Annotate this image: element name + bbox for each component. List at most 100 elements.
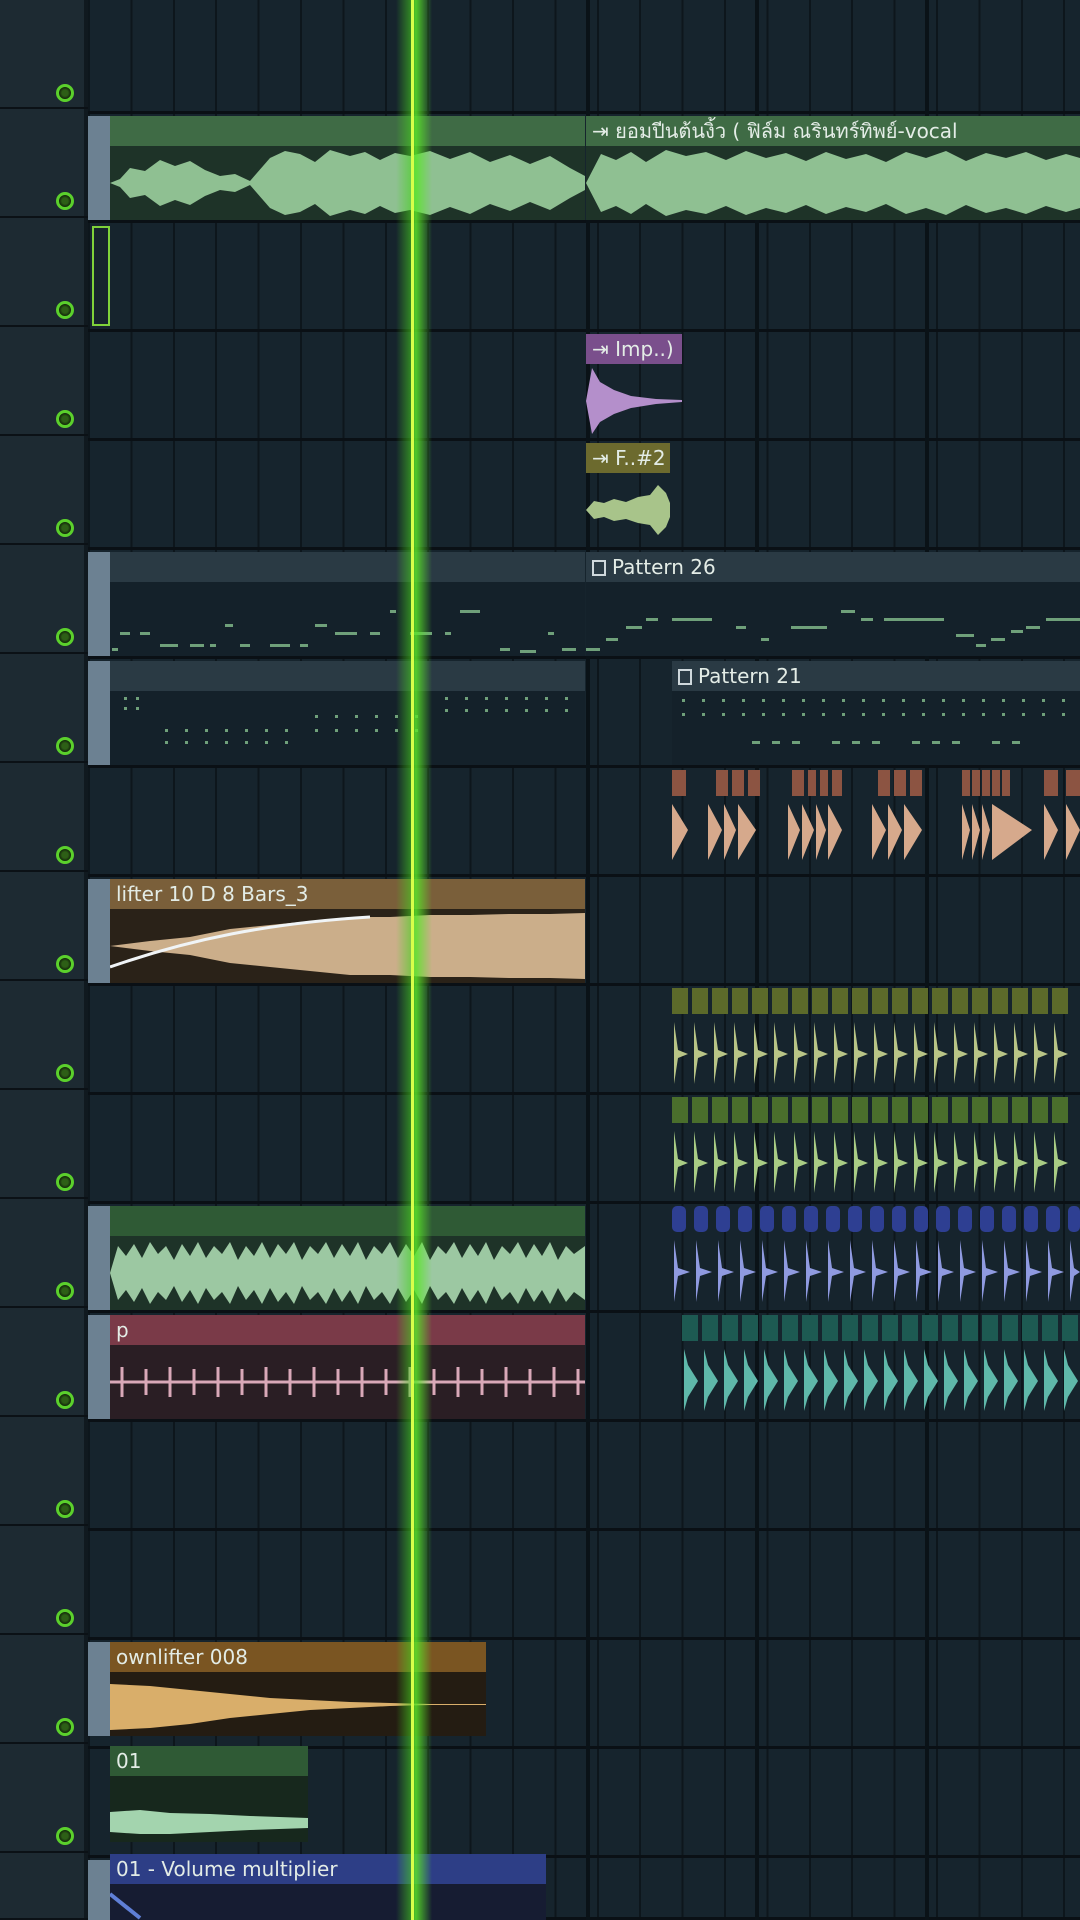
lane-start-strip [88,1860,110,1920]
track-mute-led-icon[interactable] [56,737,74,755]
audio-waveform [110,909,585,983]
lane-start-strip [88,661,110,765]
automation-clip[interactable]: 01 - Volume multiplier [110,1854,546,1920]
automation-curve [110,1884,546,1920]
track-mute-led-icon[interactable] [56,301,74,319]
lane-start-strip [88,552,110,656]
clip-header: 01 - Volume multiplier [110,1854,546,1884]
track-mute-led-icon[interactable] [56,1609,74,1627]
audio-waveform [586,473,670,547]
drum-hits-clip[interactable] [672,770,1080,874]
track-mute-led-icon[interactable] [56,955,74,973]
clip-header: Pattern 21 [672,661,1080,691]
selected-lane-marker[interactable] [92,226,110,326]
audio-clip-01[interactable]: 01 [110,1746,308,1842]
track-header[interactable] [0,545,88,654]
lane-start-strip [88,879,110,983]
clip-header [110,552,585,582]
audio-waveform [672,1097,1068,1193]
downlifter-clip-label: ownlifter 008 [116,1645,248,1669]
track-mute-led-icon[interactable] [56,192,74,210]
pattern-clip[interactable]: Pattern 26 [586,552,1080,656]
vocal-clip[interactable]: ⇥ ยอมปีนต้นงิ้ว ( ฟิล์ม ณรินทร์ทิพย์-voc… [586,116,1080,220]
downlifter-clip[interactable]: ownlifter 008 [110,1642,486,1736]
pattern26-label: Pattern 26 [612,555,716,579]
impact-clip-label: Imp..) [615,337,674,361]
loop-clip[interactable]: p [110,1315,585,1419]
track-header[interactable] [0,1308,88,1417]
audio-waveform [672,988,1068,1084]
track-header[interactable] [0,0,88,109]
track-lane[interactable] [88,1531,1080,1640]
bar-divider [755,0,759,1920]
track-header[interactable] [0,1635,88,1744]
pattern-icon [678,669,692,685]
track-lane[interactable] [88,0,1080,114]
pattern-clip[interactable]: Pattern 21 [672,661,1080,765]
track-header[interactable] [0,872,88,981]
track-header[interactable] [0,1853,88,1920]
vocal-clip-label: ยอมปีนต้นงิ้ว ( ฟิล์ม ณรินทร์ทิพย์-vocal [615,119,958,143]
track-header[interactable] [0,763,88,872]
track-mute-led-icon[interactable] [56,1827,74,1845]
track-header[interactable] [0,1090,88,1199]
track-mute-led-icon[interactable] [56,1282,74,1300]
pattern-notes [110,582,585,656]
track-mute-led-icon[interactable] [56,410,74,428]
track-mute-led-icon[interactable] [56,519,74,537]
track-header[interactable] [0,1526,88,1635]
track-header[interactable] [0,436,88,545]
uplifter-clip[interactable]: lifter 10 D 8 Bars_3 [110,879,585,983]
perc-clip[interactable] [672,1206,1080,1310]
track-lane[interactable] [88,332,1080,441]
clip-header: ownlifter 008 [110,1642,486,1672]
track-header[interactable] [0,109,88,218]
track-header[interactable] [0,981,88,1090]
track-header[interactable] [0,1744,88,1853]
fx-clip[interactable]: ⇥ F..#2 [586,443,670,547]
clap-clip[interactable] [672,1097,1080,1201]
pattern-clip[interactable] [110,661,585,765]
vocal-clip[interactable] [110,116,585,220]
impact-clip[interactable]: ⇥ Imp..) [586,334,682,438]
track-mute-led-icon[interactable] [56,1391,74,1409]
audio-waveform [110,1236,585,1310]
track-header[interactable] [0,1417,88,1526]
track-header[interactable] [0,654,88,763]
pattern-icon [592,560,606,576]
track-mute-led-icon[interactable] [56,628,74,646]
clip-header: Pattern 26 [586,552,1080,582]
loop-clip[interactable] [110,1206,585,1310]
hihat-clip[interactable] [672,988,1080,1092]
pattern-notes [672,691,1080,765]
audio-waveform [110,146,585,220]
track-mute-led-icon[interactable] [56,846,74,864]
pattern-clip[interactable] [110,552,585,656]
pattern21-label: Pattern 21 [698,664,802,688]
clip-header [110,1206,585,1236]
track-mute-led-icon[interactable] [56,84,74,102]
pattern-notes [110,691,585,765]
track-header[interactable] [0,327,88,436]
track-header[interactable] [0,1199,88,1308]
audio-waveform [110,1345,585,1419]
track-lane[interactable] [88,223,1080,332]
track-mute-led-icon[interactable] [56,1718,74,1736]
audio-waveform [586,364,682,438]
clip-header: p [110,1315,585,1345]
lane-start-strip [88,116,110,220]
loop-clip-label: p [116,1318,129,1342]
track-lane[interactable] [88,441,1080,550]
shaker-clip[interactable] [682,1315,1080,1419]
lane-start-strip [88,1206,110,1310]
automation-clip-label: 01 - Volume multiplier [116,1857,338,1881]
audio-waveform [110,1776,308,1842]
clip-header: ⇥ F..#2 [586,443,670,473]
track-lane[interactable] [88,1422,1080,1531]
track-mute-led-icon[interactable] [56,1500,74,1518]
track-mute-led-icon[interactable] [56,1064,74,1082]
track-header[interactable] [0,218,88,327]
clip-header: ⇥ ยอมปีนต้นงิ้ว ( ฟิล์ม ณรินทร์ทิพย์-voc… [586,116,1080,146]
clip-header: lifter 10 D 8 Bars_3 [110,879,585,909]
track-mute-led-icon[interactable] [56,1173,74,1191]
